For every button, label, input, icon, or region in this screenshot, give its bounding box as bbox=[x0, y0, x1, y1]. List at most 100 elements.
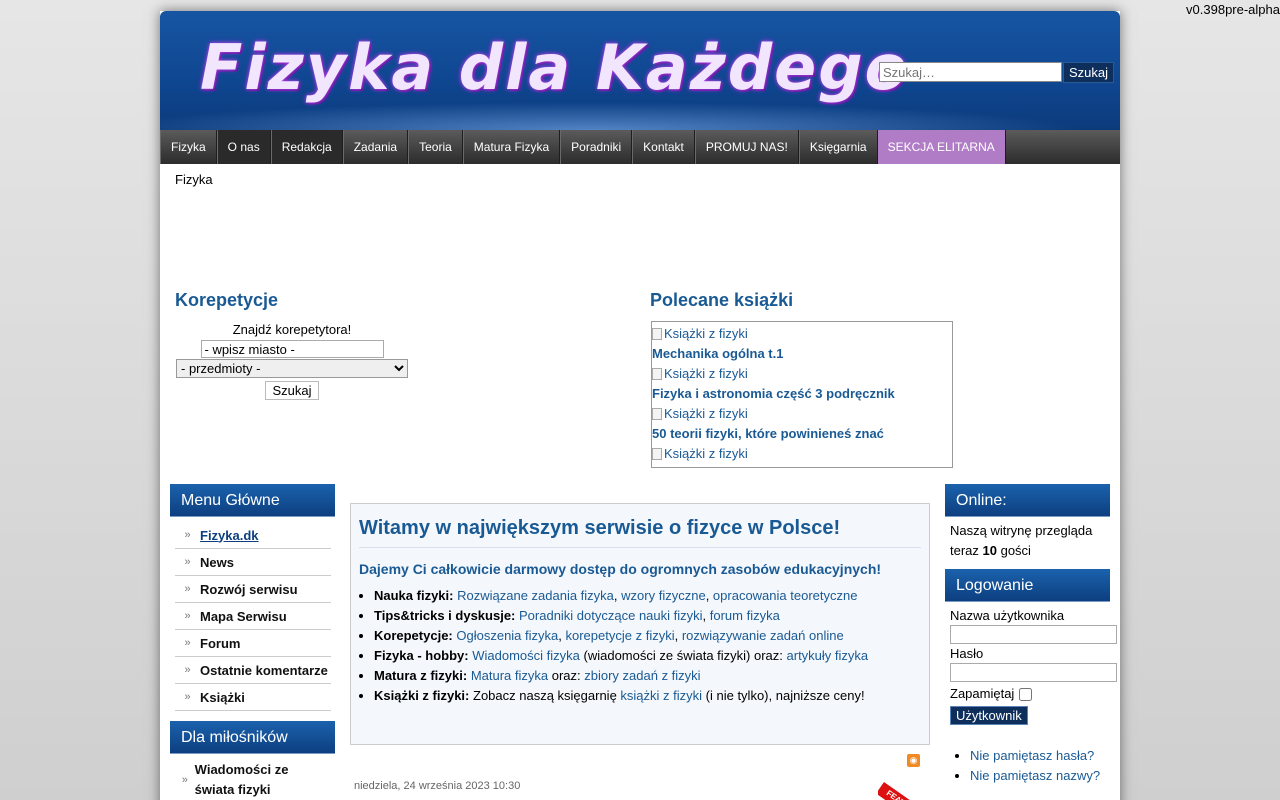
book-image[interactable]: Książki z fizyki bbox=[652, 404, 952, 424]
login-help-link[interactable]: Nie pamiętasz hasła? bbox=[970, 748, 1094, 763]
menu-item[interactable]: » Mapa Serwisu bbox=[175, 603, 331, 630]
nav-item-7[interactable]: Kontakt bbox=[632, 130, 695, 164]
menu-item[interactable]: » Książki bbox=[175, 684, 331, 711]
welcome-item: Nauka fizyki: Rozwiązane zadania fizyka,… bbox=[374, 586, 921, 606]
left-column: Menu Główne » Fizyka.dk » News » Rozwój serwi… bbox=[170, 484, 335, 800]
password-label: Hasło bbox=[950, 646, 984, 661]
nav-item-9[interactable]: Księgarnia bbox=[798, 130, 878, 164]
menu-item[interactable]: » News bbox=[175, 549, 331, 576]
main-menu-title: Menu Główne bbox=[170, 484, 335, 517]
online-count: 10 bbox=[982, 543, 997, 558]
menu-arrow-icon: » bbox=[184, 663, 191, 676]
remember-checkbox[interactable] bbox=[1019, 687, 1033, 701]
login-title: Logowanie bbox=[945, 569, 1110, 602]
menu-item-label: News bbox=[200, 554, 234, 570]
broken-image-icon bbox=[652, 448, 662, 460]
menu-item[interactable]: » Wiadomości ze świata fizyki bbox=[175, 759, 331, 800]
nav-item-4[interactable]: Teoria bbox=[408, 130, 463, 164]
welcome-link[interactable]: Matura fizyka bbox=[471, 668, 548, 683]
book-image[interactable]: Książki z fizyki bbox=[652, 444, 952, 464]
search-input[interactable] bbox=[878, 62, 1062, 82]
search-button[interactable]: Szukaj bbox=[1062, 62, 1114, 83]
menu-item[interactable]: » Forum bbox=[175, 630, 331, 657]
nav-item-0[interactable]: Fizyka bbox=[160, 130, 217, 164]
book-image-alt: Książki z fizyki bbox=[664, 406, 748, 421]
welcome-link[interactable]: zbiory zadań z fizyki bbox=[584, 668, 700, 683]
welcome-link[interactable]: Poradniki dotyczące nauki fizyki bbox=[519, 608, 703, 623]
welcome-link[interactable]: książki z fizyki bbox=[620, 688, 702, 703]
rss-icon[interactable]: ◉ bbox=[907, 754, 920, 767]
menu-arrow-icon: » bbox=[184, 555, 191, 568]
online-text-2: gości bbox=[996, 543, 1031, 558]
welcome-text: , bbox=[674, 628, 682, 643]
nav-item-1[interactable]: O nas bbox=[216, 130, 271, 164]
nav-item-2[interactable]: Redakcja bbox=[270, 130, 343, 164]
welcome-text: oraz: bbox=[548, 668, 585, 683]
broken-image-icon bbox=[652, 408, 662, 420]
nav-item-5[interactable]: Matura Fizyka bbox=[462, 130, 561, 164]
menu-arrow-icon: » bbox=[184, 636, 191, 649]
welcome-link[interactable]: forum fizyka bbox=[710, 608, 780, 623]
welcome-item-label: Korepetycje: bbox=[374, 628, 453, 643]
book-image[interactable]: Książki z fizyki bbox=[652, 324, 952, 344]
welcome-link[interactable]: wzory fizyczne bbox=[621, 588, 706, 603]
book-image[interactable]: Książki z fizyki bbox=[652, 364, 952, 384]
tutoring-search-button[interactable]: Szukaj bbox=[265, 381, 319, 400]
welcome-link[interactable]: Rozwiązane zadania fizyka bbox=[457, 588, 614, 603]
menu-item[interactable]: » Rozwój serwisu bbox=[175, 576, 331, 603]
nav-item-10[interactable]: SEKCJA ELITARNA bbox=[877, 130, 1006, 164]
page-container: Fizyka dla Każdego Szukaj FizykaO nasRed… bbox=[160, 11, 1120, 800]
username-input[interactable] bbox=[950, 625, 1117, 644]
welcome-link[interactable]: Wiadomości fizyka bbox=[472, 648, 580, 663]
menu-arrow-icon: » bbox=[184, 582, 191, 595]
featured-label: FEATURED bbox=[878, 782, 930, 800]
menu-item-label: Ostatnie komentarze bbox=[200, 662, 328, 678]
header-decoration bbox=[160, 100, 1120, 130]
login-links: Nie pamiętasz hasła? Nie pamiętasz nazwy? bbox=[950, 746, 1105, 786]
welcome-item-label: Matura z fizyki: bbox=[374, 668, 468, 683]
welcome-text: , bbox=[558, 628, 566, 643]
login-box: Nazwa użytkownika Hasło Zapamiętaj Użytk… bbox=[945, 602, 1117, 794]
menu-arrow-icon: » bbox=[181, 773, 188, 786]
broken-image-icon bbox=[652, 328, 662, 340]
nav-item-6[interactable]: Poradniki bbox=[560, 130, 633, 164]
login-help-link[interactable]: Nie pamiętasz nazwy? bbox=[970, 768, 1100, 783]
menu-item-label: Książki bbox=[200, 689, 245, 705]
online-box: Naszą witrynę przegląda teraz 10 gości bbox=[945, 517, 1110, 569]
menu-arrow-icon: » bbox=[184, 528, 191, 541]
welcome-text: , bbox=[702, 608, 710, 623]
book-title-link[interactable]: Fizyka i astronomia część 3 podręcznik bbox=[652, 384, 952, 404]
welcome-link[interactable]: artykuły fizyka bbox=[787, 648, 869, 663]
menu-item-label: Fizyka.dk bbox=[200, 527, 259, 543]
search-form: Szukaj bbox=[878, 62, 1114, 83]
welcome-text: , bbox=[705, 588, 713, 603]
books-title: Polecane książki bbox=[650, 290, 794, 310]
menu-item[interactable]: » Ostatnie komentarze bbox=[175, 657, 331, 684]
menu-item-label: Mapa Serwisu bbox=[200, 608, 287, 624]
welcome-link[interactable]: rozwiązywanie zadań online bbox=[682, 628, 844, 643]
book-title-link[interactable]: Mechanika ogólna t.1 bbox=[652, 344, 952, 364]
welcome-item: Książki z fizyki: Zobacz naszą księgarni… bbox=[374, 686, 921, 706]
password-input[interactable] bbox=[950, 663, 1117, 682]
welcome-text: (i nie tylko), najniższe ceny! bbox=[702, 688, 865, 703]
welcome-link[interactable]: opracowania teoretyczne bbox=[713, 588, 858, 603]
article-date: niedziela, 24 września 2023 10:30 bbox=[354, 780, 521, 792]
city-input[interactable] bbox=[200, 340, 384, 358]
fans-menu-title: Dla miłośników bbox=[170, 721, 335, 754]
site-logo[interactable]: Fizyka dla Każdego bbox=[200, 31, 909, 104]
welcome-link[interactable]: Ogłoszenia fizyka bbox=[456, 628, 558, 643]
nav-item-3[interactable]: Zadania bbox=[342, 130, 409, 164]
nav-item-8[interactable]: PROMUJ NAS! bbox=[694, 130, 799, 164]
menu-item-label: Wiadomości ze świata fizyki bbox=[194, 761, 289, 797]
books-box: Książki z fizyki Mechanika ogólna t.1 Ksią… bbox=[651, 321, 953, 468]
welcome-link[interactable]: korepetycje z fizyki bbox=[566, 628, 675, 643]
right-column: Online: Naszą witrynę przegląda teraz 10… bbox=[945, 484, 1117, 794]
welcome-text: Zobacz naszą księgarnię bbox=[473, 688, 621, 703]
menu-item[interactable]: » Fizyka.dk bbox=[175, 522, 331, 549]
subjects-select[interactable]: - przedmioty - bbox=[176, 359, 408, 378]
menu-item-label: Forum bbox=[200, 635, 241, 651]
featured-ribbon: FEATURED bbox=[878, 772, 930, 800]
login-button[interactable]: Użytkownik bbox=[950, 706, 1028, 725]
book-title-link[interactable]: 50 teorii fizyki, które powinieneś znać bbox=[652, 424, 952, 444]
menu-arrow-icon: » bbox=[184, 690, 191, 703]
